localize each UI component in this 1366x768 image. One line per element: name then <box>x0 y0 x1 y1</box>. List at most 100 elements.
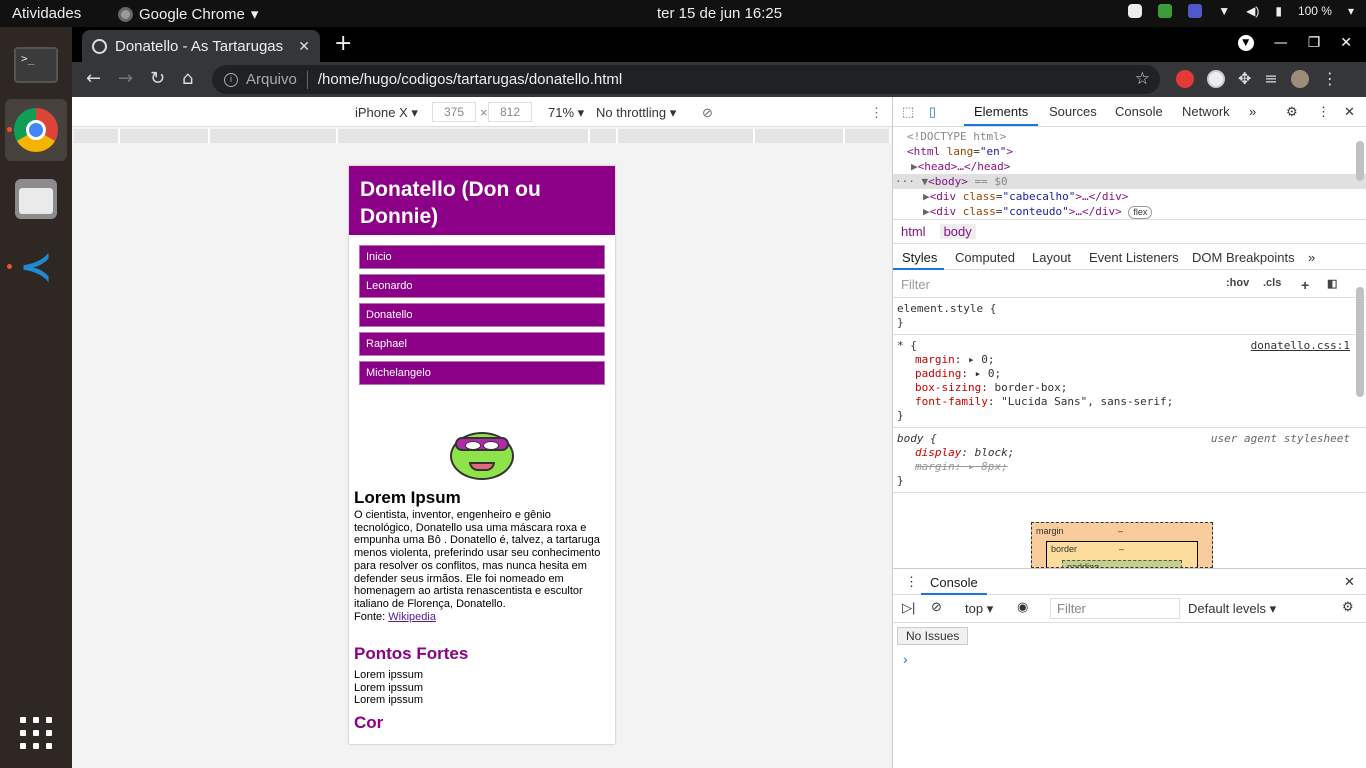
tab-layout[interactable]: Layout <box>1032 250 1071 265</box>
context-select[interactable]: top ▾ <box>965 601 993 617</box>
log-levels-select[interactable]: Default levels ▾ <box>1188 601 1276 617</box>
device-toggle-icon[interactable]: ▯ <box>929 104 936 120</box>
breadcrumb-html[interactable]: html <box>901 224 926 239</box>
flex-badge[interactable]: flex <box>1128 206 1153 219</box>
discord-icon[interactable] <box>1128 4 1143 18</box>
rule-universal[interactable]: * { donatello.css:1 margin: ▸ 0; padding… <box>893 335 1366 428</box>
maximize-icon[interactable]: ❐ <box>1308 35 1321 51</box>
console-settings-icon[interactable]: ⚙ <box>1342 599 1354 615</box>
teams-icon[interactable] <box>1188 4 1203 18</box>
puzzle-icon[interactable]: ✥ <box>1238 69 1251 88</box>
new-tab-button[interactable]: + <box>334 33 352 55</box>
chevron-down-icon: ▾ <box>250 6 259 23</box>
cls-toggle[interactable]: .cls <box>1263 277 1281 289</box>
app-menu[interactable]: Google Chrome ▾ <box>118 5 258 23</box>
throttling-select[interactable]: No throttling ▾ <box>596 105 676 121</box>
url-text[interactable]: /home/hugo/codigos/tartarugas/donatello.… <box>318 71 622 88</box>
menu-item-donatello[interactable]: Donatello <box>359 303 605 327</box>
more-tabs-icon[interactable]: » <box>1249 104 1256 119</box>
close-window-icon[interactable]: ✕ <box>1340 35 1352 51</box>
media-queue-icon[interactable]: ≡ <box>1264 69 1277 88</box>
menu-item-leonardo[interactable]: Leonardo <box>359 274 605 298</box>
styles-scrollbar[interactable] <box>1356 287 1364 397</box>
stylesheet-link[interactable]: donatello.css:1 <box>1251 339 1350 353</box>
close-drawer-icon[interactable]: ✕ <box>1344 574 1355 590</box>
settings-gear-icon[interactable]: ⚙ <box>1286 104 1298 120</box>
more-tabs-icon[interactable]: » <box>1308 250 1315 265</box>
menu-item-inicio[interactable]: Inicio <box>359 245 605 269</box>
zoom-select[interactable]: 71% ▾ <box>548 105 584 121</box>
media-query-ruler[interactable] <box>72 127 892 145</box>
info-icon[interactable]: i <box>224 72 238 87</box>
activities-button[interactable]: Atividades <box>12 5 81 22</box>
extension-icon[interactable] <box>1176 69 1194 88</box>
console-prompt[interactable]: › <box>903 651 908 667</box>
styles-filter-input[interactable]: Filter <box>901 277 930 292</box>
wikipedia-link[interactable]: Wikipedia <box>388 611 436 623</box>
extension-icon[interactable] <box>1207 69 1225 88</box>
clear-console-icon[interactable]: ⊘ <box>931 599 942 615</box>
address-bar[interactable]: i Arquivo /home/hugo/codigos/tartarugas/… <box>212 65 1160 94</box>
close-devtools-icon[interactable]: ✕ <box>1344 104 1355 120</box>
tab-donatello[interactable]: Donatello - As Tartarugas ✕ <box>82 30 320 62</box>
reload-icon[interactable]: ↻ <box>150 69 165 89</box>
console-filter-input[interactable]: Filter <box>1050 598 1180 619</box>
tab-computed[interactable]: Computed <box>955 250 1015 265</box>
dom-tree[interactable]: <!DOCTYPE html> <html lang="en"> ▶<head>… <box>893 127 1366 220</box>
more-options-icon[interactable]: ⋮ <box>1317 104 1330 120</box>
system-tray[interactable]: ▼ ◀) ▮ 100 % ▾ <box>1128 4 1354 18</box>
rule-element-style[interactable]: element.style { } <box>893 298 1366 335</box>
globe-icon <box>92 38 107 54</box>
add-rule-icon[interactable]: + <box>1301 277 1309 293</box>
dom-node-body[interactable]: <body> <box>928 175 968 188</box>
dock-vscode[interactable]: ≺ <box>5 236 67 298</box>
close-tab-icon[interactable]: ✕ <box>298 38 310 55</box>
breadcrumb-body[interactable]: body <box>939 224 976 239</box>
rule-body-ua[interactable]: body { user agent stylesheet display: bl… <box>893 428 1366 493</box>
tab-console[interactable]: Console <box>1115 104 1163 119</box>
battery-icon: ▮ <box>1275 4 1282 18</box>
issues-button[interactable]: No Issues <box>897 627 969 645</box>
ua-label: user agent stylesheet <box>1210 432 1350 445</box>
menu-item-michelangelo[interactable]: Michelangelo <box>359 361 605 385</box>
drawer-menu-icon[interactable]: ⋮ <box>905 574 918 590</box>
sidebar-toggle-icon[interactable]: ▷| <box>902 600 915 616</box>
tab-event-listeners[interactable]: Event Listeners <box>1089 250 1179 265</box>
tab-styles[interactable]: Styles <box>902 250 937 265</box>
console-tab[interactable]: Console <box>930 575 978 590</box>
sidebar-toggle-icon[interactable]: ◧ <box>1327 277 1337 290</box>
device-select[interactable]: iPhone X ▾ <box>355 105 418 121</box>
dock-files[interactable] <box>5 168 67 230</box>
tab-sources[interactable]: Sources <box>1049 104 1097 119</box>
dom-node-head[interactable]: <head>…</head> <box>918 160 1011 173</box>
avatar[interactable] <box>1290 69 1309 88</box>
menu-icon[interactable]: ⋮ <box>1322 69 1338 88</box>
dock-terminal[interactable]: >_ <box>5 34 67 96</box>
bookmark-star-icon[interactable]: ☆ <box>1135 69 1150 89</box>
dock-chrome[interactable] <box>5 99 67 161</box>
tab-elements[interactable]: Elements <box>974 104 1028 119</box>
menu-item-raphael[interactable]: Raphael <box>359 332 605 356</box>
tab-network[interactable]: Network <box>1182 104 1230 119</box>
eye-icon[interactable]: ◉ <box>1017 599 1028 615</box>
vscode-icon: ≺ <box>19 244 53 290</box>
tab-dom-breakpoints[interactable]: DOM Breakpoints <box>1192 250 1295 265</box>
nav-menu: Inicio Leonardo Donatello Raphael Michel… <box>349 235 615 396</box>
height-input[interactable]: 812 <box>488 102 532 122</box>
tab-search-icon[interactable]: ▼ <box>1237 35 1254 51</box>
forward-icon[interactable]: → <box>118 69 133 89</box>
shield-icon[interactable] <box>1158 4 1173 18</box>
home-icon[interactable]: ⌂ <box>182 69 193 89</box>
box-model-diagram[interactable]: margin – border – padding <box>1031 522 1213 568</box>
terminal-icon: >_ <box>14 47 58 83</box>
hov-toggle[interactable]: :hov <box>1226 277 1249 289</box>
minimize-icon[interactable]: — <box>1274 35 1288 51</box>
show-applications-icon[interactable] <box>20 717 52 749</box>
more-options-icon[interactable]: ⋮ <box>870 105 883 121</box>
devtools-panel: ⬚ ▯ Elements Sources Console Network » ⚙… <box>892 97 1366 768</box>
clock[interactable]: ter 15 de jun 16:25 <box>657 5 782 22</box>
back-icon[interactable]: ← <box>86 69 101 89</box>
width-input[interactable]: 375 <box>432 102 476 122</box>
inspect-icon[interactable]: ⬚ <box>902 104 914 120</box>
rotate-icon[interactable]: ⊘ <box>702 105 713 121</box>
